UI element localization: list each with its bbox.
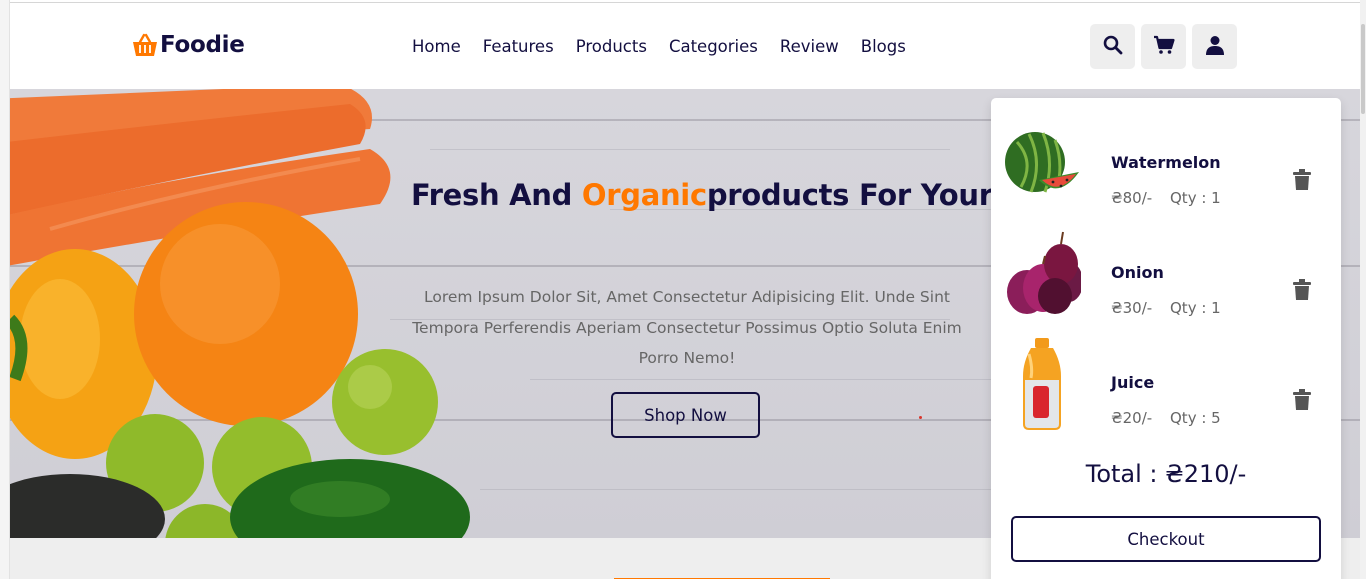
cart-item-price: ₴30/- [1111,299,1153,317]
hero-title: Fresh And Organicproducts For Your [411,178,993,212]
trash-icon[interactable] [1293,279,1311,305]
nav-blogs[interactable]: Blogs [861,37,906,56]
onion-image [1007,231,1081,314]
window-edge [0,0,10,579]
cart-item-name: Watermelon [1111,153,1221,172]
cart-item: Onion ₴30/- Qty : 1 [1003,222,1329,322]
search-button[interactable] [1090,24,1135,69]
main-nav: Home Features Products Categories Review… [412,37,928,56]
scrollbar[interactable] [1360,0,1366,579]
shop-now-button[interactable]: Shop Now [611,392,760,438]
nav-features[interactable]: Features [483,37,554,56]
site-header: Foodie Home Features Products Categories… [10,4,1360,89]
hero-title-end: products For Your [706,178,993,212]
cart-item-name: Onion [1111,263,1164,282]
juice-bottle-image [1023,338,1061,430]
trash-icon[interactable] [1293,389,1311,415]
user-icon [1205,35,1224,59]
checkout-button[interactable]: Checkout [1011,516,1321,562]
nav-home[interactable]: Home [412,37,461,56]
cart-item: Watermelon ₴80/- Qty : 1 [1003,112,1329,212]
cart-item-qty: Qty : 5 [1170,409,1221,427]
cart-button[interactable] [1141,24,1186,69]
cart-item-name: Juice [1111,373,1155,392]
scrollbar-thumb[interactable] [1361,24,1365,114]
hero-description: Lorem Ipsum Dolor Sit, Amet Consectetur … [412,288,962,367]
watermelon-image [1005,132,1079,193]
trash-icon[interactable] [1293,169,1311,195]
logo-text: Foodie [160,32,245,58]
cart-icon [1153,35,1175,59]
cart-item-price: ₴20/- [1111,409,1153,427]
shopping-cart-panel: Watermelon ₴80/- Qty : 1 Onion ₴30/- Qty… [991,98,1341,579]
shopping-basket-icon [131,31,159,59]
logo[interactable]: Foodie [131,31,245,59]
hero-title-accent: Organic [581,178,707,212]
cart-item-qty: Qty : 1 [1170,189,1221,207]
header-icons [1090,24,1237,69]
nav-products[interactable]: Products [576,37,647,56]
cart-item-qty: Qty : 1 [1170,299,1221,317]
hero-title-start: Fresh And [411,178,582,212]
cart-item: Juice ₴20/- Qty : 5 [1003,332,1329,432]
cart-total: Total : ₴210/- [1085,460,1247,488]
user-button[interactable] [1192,24,1237,69]
cursor-dot [919,416,922,419]
cart-item-price: ₴80/- [1111,189,1153,207]
nav-review[interactable]: Review [780,37,839,56]
top-divider [10,2,1366,3]
search-icon [1103,35,1123,59]
nav-categories[interactable]: Categories [669,37,758,56]
